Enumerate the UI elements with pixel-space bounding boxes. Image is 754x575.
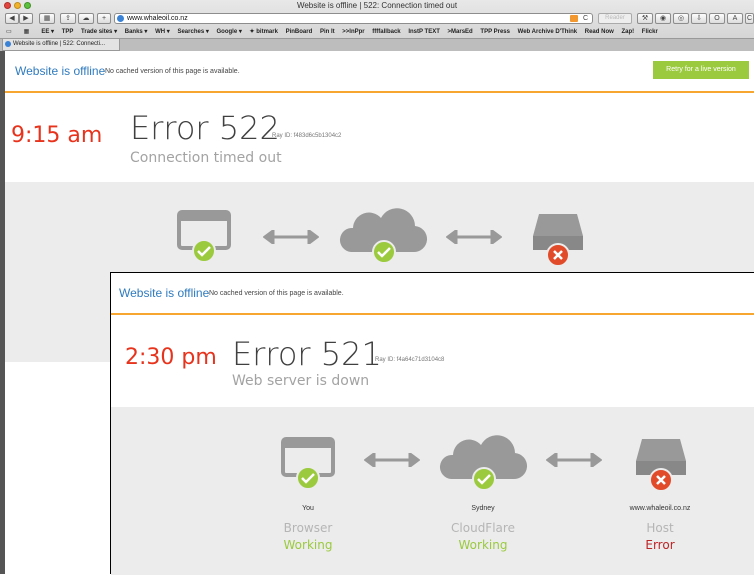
close-window-button[interactable]: [4, 2, 11, 9]
url-text: www.whaleoil.co.nz: [127, 15, 188, 22]
top-sites-button[interactable]: ▦: [39, 13, 55, 24]
node-role: Host: [646, 521, 674, 535]
bookmark-item[interactable]: TPP Press: [480, 26, 510, 38]
extension-o-icon[interactable]: O: [709, 13, 725, 24]
bookmark-item[interactable]: Google ▾: [217, 26, 242, 38]
node-status: Error: [645, 538, 675, 552]
icloud-button[interactable]: ☁: [78, 13, 94, 24]
bookmark-item[interactable]: ✦ bitmark: [250, 26, 278, 38]
address-bar[interactable]: www.whaleoil.co.nz C: [114, 13, 593, 24]
browser-window-icon: [177, 210, 231, 263]
extension-a-icon[interactable]: A: [727, 13, 743, 24]
bookmark-item[interactable]: >MarsEd: [448, 26, 473, 38]
toolbar: ◀ ▶ ▦ ⇪ ☁ + www.whaleoil.co.nz C Reader …: [0, 11, 754, 26]
error-summary: 2:30 pm Error 521 Ray ID: f4a64c71d3104c…: [111, 315, 754, 407]
arrow-icon: [364, 453, 420, 467]
extension-download-icon[interactable]: ⇩: [691, 13, 707, 24]
bookmark-item[interactable]: Pin It: [320, 26, 335, 38]
window-title: Website is offline | 522: Connection tim…: [296, 1, 458, 10]
retry-button[interactable]: Retry for a live version: [653, 61, 749, 79]
window-controls: [4, 2, 31, 9]
node-role: Browser: [283, 521, 333, 535]
server-icon: [533, 214, 583, 267]
bookmark-item[interactable]: Flickr: [642, 26, 658, 38]
diagnostics-panel: You Browser Working Sydney CloudFlare Wo…: [111, 407, 754, 575]
bookmark-item[interactable]: Banks ▾: [125, 26, 148, 38]
bookmark-item[interactable]: TPP: [62, 26, 74, 38]
browser-chrome: Website is offline | 522: Connection tim…: [0, 0, 754, 51]
bookmark-item[interactable]: >>InPpr: [342, 26, 364, 38]
bookmark-item[interactable]: PinBoard: [286, 26, 313, 38]
minimize-window-button[interactable]: [14, 2, 21, 9]
extension-wrench-icon[interactable]: ⚒: [637, 13, 653, 24]
browser-window-icon: [281, 437, 335, 490]
error-description: Connection timed out: [130, 150, 282, 166]
share-button[interactable]: ⇪: [60, 13, 76, 24]
node-location: You: [302, 505, 314, 512]
arrow-icon: [446, 230, 502, 244]
time-annotation: 2:30 pm: [125, 345, 217, 370]
time-annotation: 9:15 am: [11, 123, 103, 148]
browser-tab[interactable]: Website is offline | 522: Connecti...: [2, 39, 120, 51]
reading-list-icon[interactable]: ▭: [6, 26, 16, 38]
bookmark-item[interactable]: Read Now: [585, 26, 614, 38]
node-status: Working: [458, 538, 508, 552]
cloud-icon: [339, 208, 428, 264]
offline-title: Website is offline: [119, 286, 210, 300]
globe-icon: [117, 15, 124, 22]
bookmark-item[interactable]: Web Archive D'Think: [518, 26, 577, 38]
bookmark-item[interactable]: InstP TEXT: [408, 26, 440, 38]
bookmark-item[interactable]: Searches ▾: [177, 26, 208, 38]
add-bookmark-button[interactable]: +: [97, 13, 111, 24]
zoom-window-button[interactable]: [24, 2, 31, 9]
bookmark-item[interactable]: Zap!: [621, 26, 634, 38]
offline-title: Website is offline: [15, 64, 106, 78]
top-sites-grid-icon[interactable]: ▦: [24, 26, 34, 38]
arrow-icon: [263, 230, 319, 244]
error-page-521: Website is offline No cached version of …: [110, 272, 754, 575]
back-button[interactable]: ◀: [5, 13, 19, 24]
bookmarks-bar: ▭ ▦ EE ▾ TPP Trade sites ▾ Banks ▾ WH ▾ …: [0, 26, 754, 38]
reload-icon[interactable]: C: [583, 14, 588, 23]
offline-header: Website is offline No cached version of …: [5, 51, 754, 93]
node-status: Working: [283, 538, 333, 552]
offline-subtitle: No cached version of this page is availa…: [105, 68, 240, 75]
offline-header: Website is offline No cached version of …: [111, 273, 754, 315]
offline-subtitle: No cached version of this page is availa…: [209, 290, 344, 297]
forward-button[interactable]: ▶: [19, 13, 33, 24]
error-description: Web server is down: [232, 373, 370, 389]
error-code: Error 521: [232, 335, 382, 373]
bookmark-item[interactable]: ffffallback: [372, 26, 400, 38]
reader-button[interactable]: Reader: [598, 13, 632, 24]
tab-bar: Website is offline | 522: Connecti...: [0, 38, 754, 51]
error-summary: 9:15 am Error 522 Ray ID: f483d6c5b1304c…: [5, 93, 754, 183]
ray-id: Ray ID: f4a64c71d3104c8: [375, 357, 445, 363]
bookmark-item[interactable]: WH ▾: [155, 26, 170, 38]
extension-overflow-icon[interactable]: C: [745, 13, 754, 24]
node-location: Sydney: [471, 505, 495, 512]
cloud-icon: [439, 435, 528, 491]
rss-icon[interactable]: [570, 15, 578, 22]
extension-eye-icon[interactable]: ◎: [673, 13, 689, 24]
arrow-icon: [546, 453, 602, 467]
favicon-icon: [5, 41, 11, 47]
node-location: www.whaleoil.co.nz: [629, 505, 691, 512]
bookmark-item[interactable]: Trade sites ▾: [81, 26, 117, 38]
ray-id: Ray ID: f483d6c5b1304c2: [272, 133, 342, 139]
bookmark-item[interactable]: EE ▾: [41, 26, 54, 38]
tab-title: Website is offline | 522: Connecti...: [13, 41, 106, 47]
node-role: CloudFlare: [451, 521, 515, 535]
error-code: Error 522: [130, 109, 280, 147]
server-icon: [636, 439, 686, 492]
extension-pocket-icon[interactable]: ◉: [655, 13, 671, 24]
